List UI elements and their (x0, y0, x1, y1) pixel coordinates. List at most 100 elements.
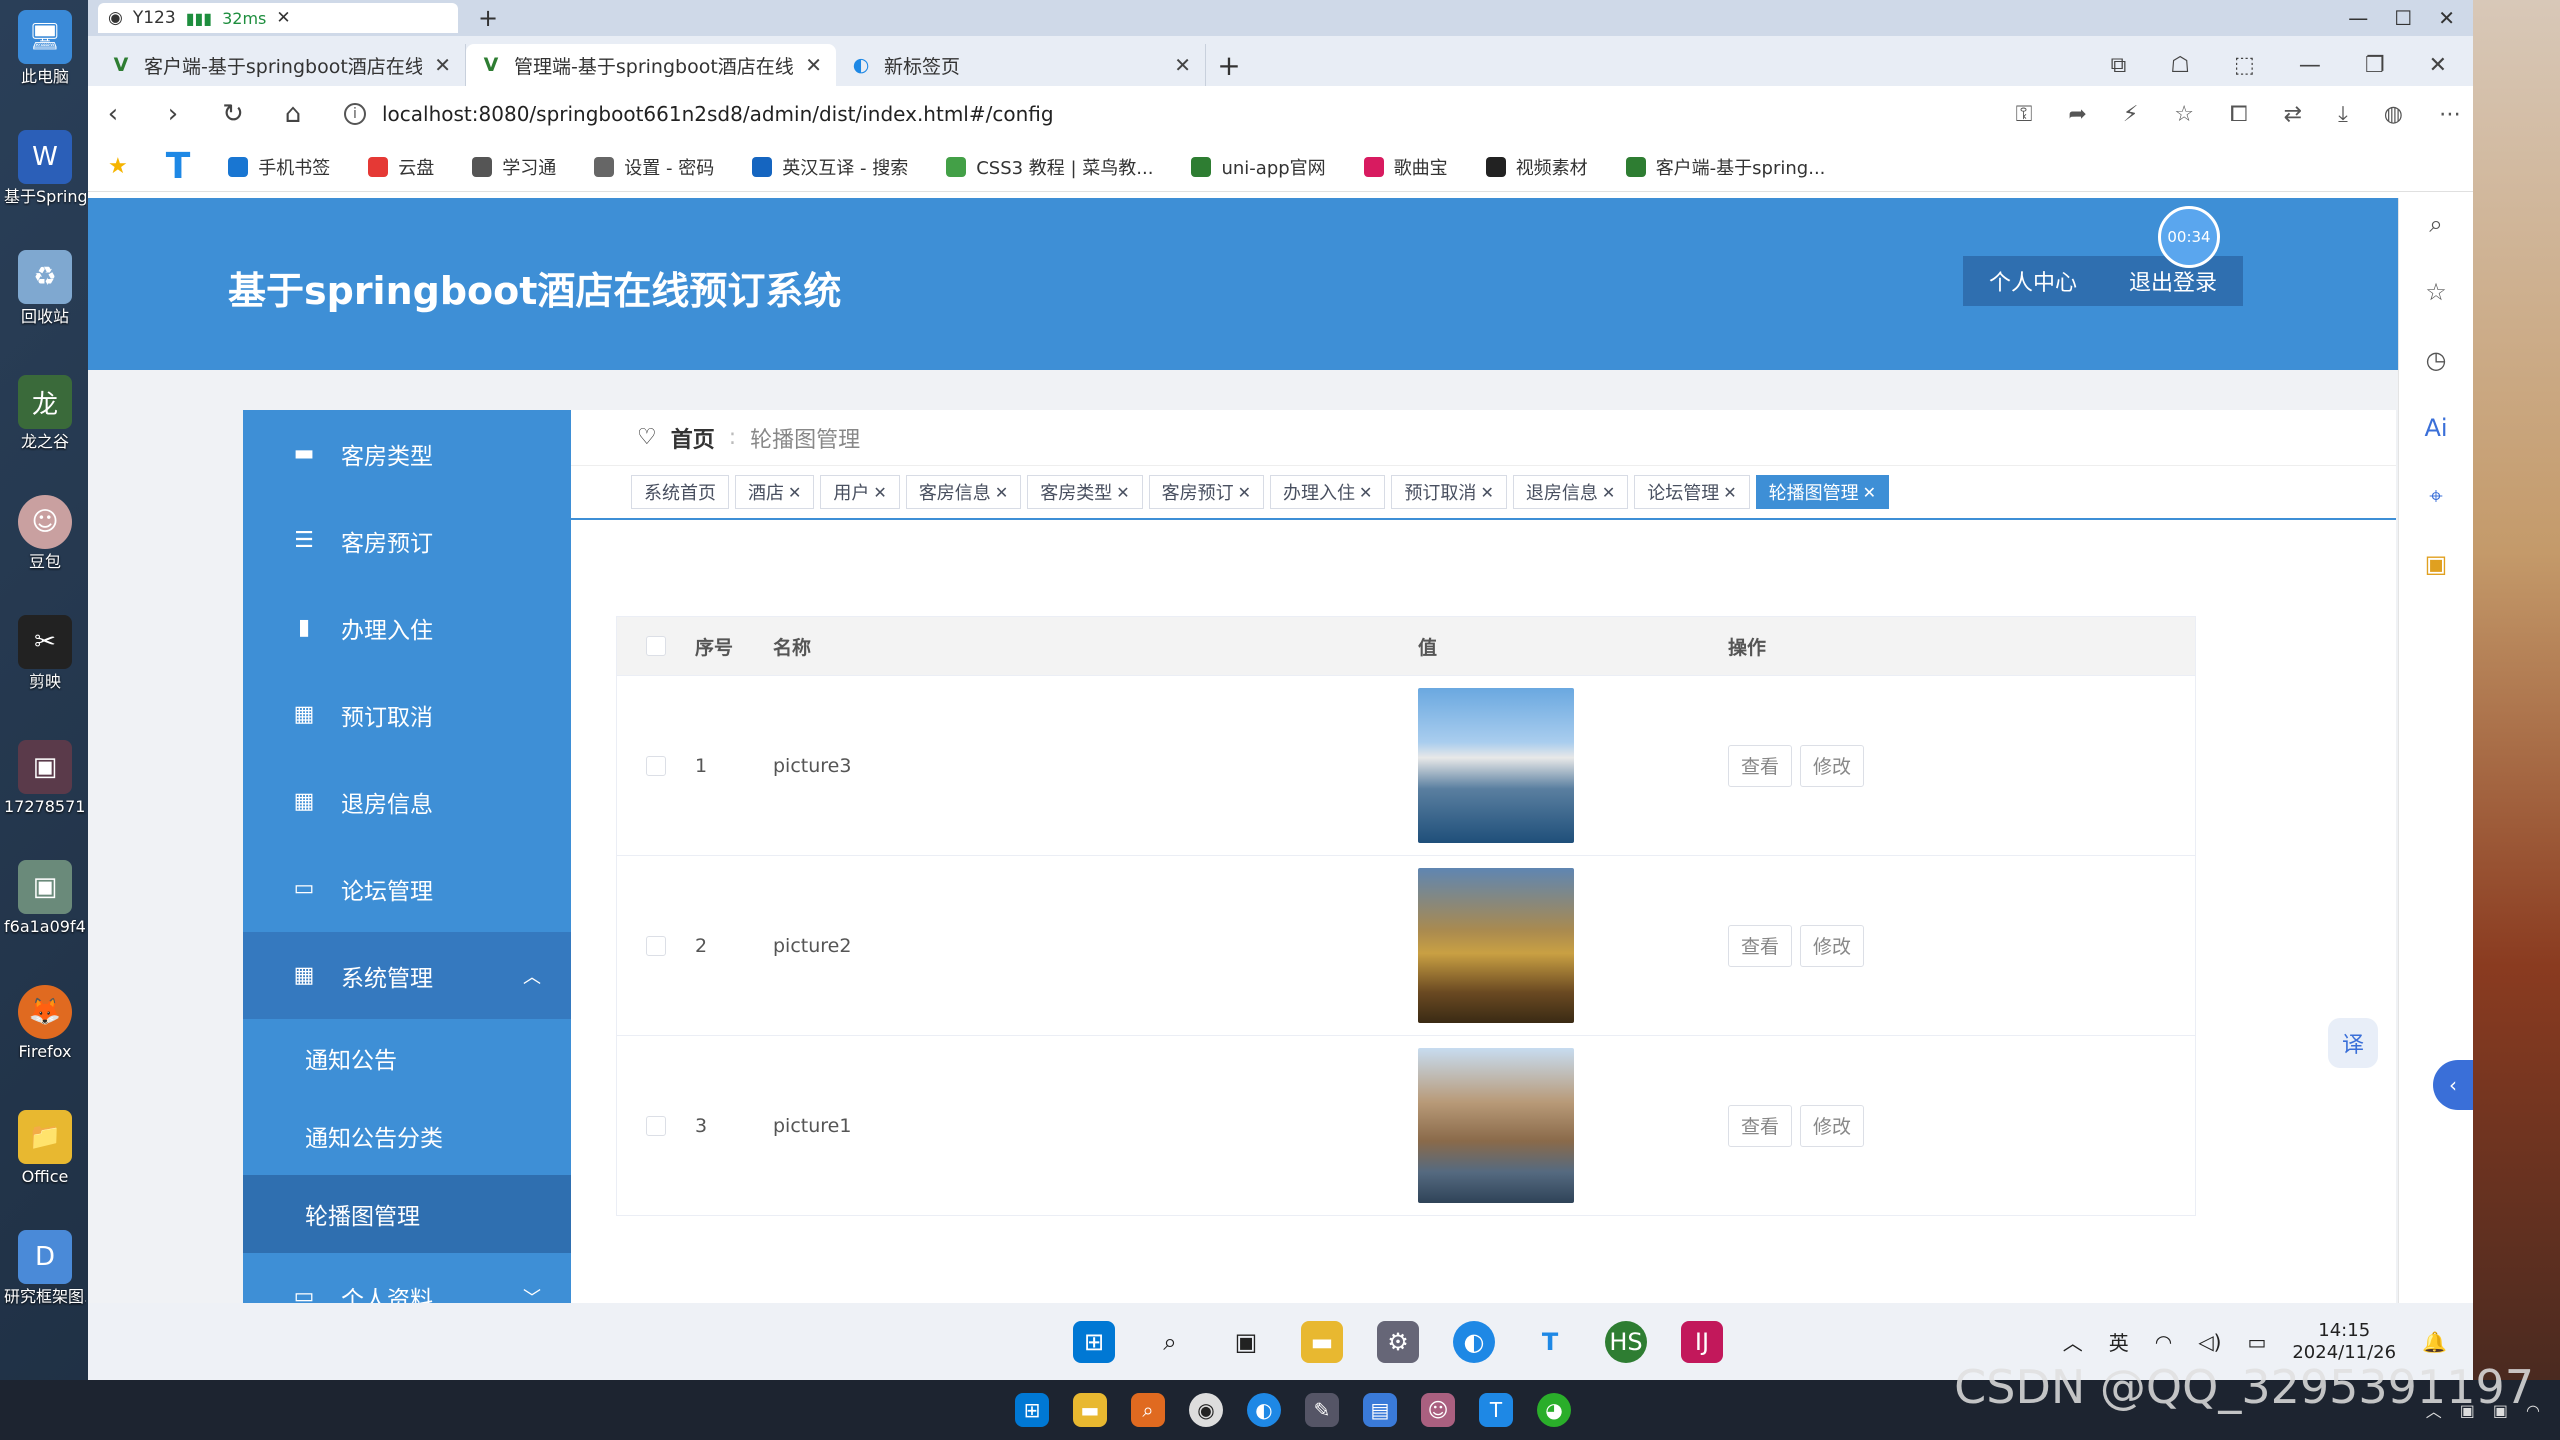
desktop-icon-office[interactable]: 📁 Office (4, 1110, 86, 1186)
back-icon[interactable]: ‹ (100, 99, 126, 129)
edit-button[interactable]: 修改 (1800, 1104, 1865, 1147)
ai-icon[interactable]: Ai (2424, 414, 2447, 442)
profile-icon[interactable]: ◍ (2384, 102, 2403, 127)
close-icon[interactable]: ✕ (1863, 483, 1876, 502)
bookmark-item[interactable]: 英汉互译 - 搜索 (752, 154, 908, 180)
sidebar-sub-carousel[interactable]: 轮播图管理 (243, 1175, 571, 1253)
ime-indicator[interactable]: 英 (2109, 1327, 2129, 1356)
sidebar-sub-notice[interactable]: 通知公告 (243, 1019, 571, 1097)
windows-start-icon[interactable]: ⊞ (1073, 1320, 1115, 1363)
tag-hotel[interactable]: 酒店 ✕ (735, 475, 815, 509)
desktop-icon-jianying[interactable]: ✂ 剪映 (4, 615, 86, 691)
star-icon[interactable]: ☆ (2425, 278, 2447, 306)
bookmark-item[interactable]: 云盘 (368, 154, 434, 180)
close-icon[interactable]: ✕ (1116, 483, 1129, 502)
intellij-icon[interactable]: IJ (1681, 1320, 1723, 1363)
windows-start-icon[interactable]: ⊞ (1015, 1393, 1049, 1427)
app-logo-icon[interactable]: T (1479, 1393, 1513, 1427)
tag-checkout[interactable]: 退房信息 ✕ (1512, 475, 1629, 509)
desktop-icon-eddx[interactable]: D研究框架图.eddx (4, 1230, 86, 1306)
chevron-up-icon[interactable]: ︿ (2063, 1327, 2083, 1356)
close-window-icon[interactable]: ✕ (2438, 6, 2455, 30)
new-window-icon[interactable]: + (478, 4, 498, 32)
desktop-icon-game[interactable]: 龙龙之谷 (4, 375, 86, 451)
tag-user[interactable]: 用户 ✕ (820, 475, 900, 509)
sidebar-item-forum[interactable]: ▭ 论坛管理 (243, 845, 571, 932)
breadcrumb-home[interactable]: 首页 (671, 422, 715, 454)
chrome-icon[interactable]: ◉ (1189, 1393, 1223, 1427)
view-button[interactable]: 查看 (1728, 1104, 1793, 1147)
app-logo-icon[interactable]: T (1529, 1321, 1571, 1363)
close-icon[interactable]: ✕ (1480, 483, 1493, 502)
minimize-icon[interactable]: — (2299, 53, 2321, 78)
sidebar-item-room-booking[interactable]: ☰ 客房预订 (243, 497, 571, 584)
timer-badge[interactable]: 00:34 (2158, 206, 2220, 268)
bookmark-item[interactable]: 歌曲宝 (1363, 154, 1448, 180)
tab-client[interactable]: V 客户端-基于springboot酒店在线 ✕ (96, 44, 466, 86)
volume-icon[interactable]: ◁) (2198, 1330, 2221, 1354)
desktop-icon-firefox[interactable]: 🦊 Firefox (4, 985, 86, 1061)
pen-icon[interactable]: ✎ (1305, 1393, 1339, 1427)
bookmark-item[interactable]: 手机书签 (228, 154, 330, 180)
bookmark-item[interactable]: 学习通 (472, 154, 556, 180)
desktop-icon-photo1[interactable]: ▣17278571... (4, 740, 86, 816)
bookmark-item[interactable]: uni-app官网 (1191, 154, 1326, 180)
tag-carousel[interactable]: 轮播图管理 ✕ (1755, 475, 1890, 509)
tag-room-type[interactable]: 客房类型 ✕ (1027, 475, 1143, 509)
tab-close-icon[interactable]: ✕ (1174, 53, 1191, 77)
sidebar-sub-notice-category[interactable]: 通知公告分类 (243, 1097, 571, 1175)
avatar-icon[interactable]: ☺ (1421, 1393, 1455, 1427)
close-icon[interactable]: ✕ (2429, 53, 2447, 78)
bookmark-item[interactable]: 设置 - 密码 (594, 154, 714, 180)
notepad-icon[interactable]: ▤ (1363, 1393, 1397, 1427)
task-view-icon[interactable]: ▣ (1225, 1321, 1267, 1363)
battery-icon[interactable]: ▭ (2247, 1330, 2266, 1354)
sidebar-item-cancel[interactable]: ▦ 预订取消 (243, 671, 571, 758)
extensions-icon[interactable]: ⬚ (2234, 53, 2255, 78)
close-icon[interactable]: ✕ (995, 483, 1008, 502)
key-icon[interactable]: ⚿ (2016, 102, 2033, 127)
tag-room-info[interactable]: 客房信息 ✕ (905, 475, 1022, 509)
maximize-icon[interactable]: ☐ (2394, 6, 2412, 30)
wechat-icon[interactable]: ◕ (1537, 1393, 1571, 1427)
tag-home[interactable]: 系统首页 (631, 475, 729, 509)
bookmark-item[interactable]: 视频素材 (1485, 154, 1588, 180)
briefcase-icon[interactable]: ▣ (2425, 550, 2448, 578)
search-icon[interactable]: ⌕ (1149, 1321, 1191, 1363)
desktop-icon-computer[interactable]: 🖥 此电脑 (4, 10, 86, 86)
close-icon[interactable]: ✕ (1359, 483, 1372, 502)
row-checkbox[interactable] (646, 1115, 666, 1136)
close-icon[interactable]: ✕ (788, 483, 801, 502)
sync-icon[interactable]: ⇄ (2284, 102, 2302, 127)
view-button[interactable]: 查看 (1728, 744, 1793, 787)
bookmark-item[interactable]: CSS3 教程 | 菜鸟教... (946, 154, 1153, 180)
star-icon[interactable]: ☆ (2174, 102, 2194, 127)
tab-close-icon[interactable]: ✕ (805, 53, 822, 77)
sidebar-item-checkin[interactable]: ▮ 办理入住 (243, 584, 571, 671)
more-icon[interactable]: ⋯ (2439, 102, 2461, 127)
view-button[interactable]: 查看 (1728, 924, 1793, 967)
tab-close-icon[interactable]: ✕ (434, 53, 451, 77)
tab-newtab[interactable]: ◐ 新标签页 ✕ (836, 44, 1206, 86)
close-icon[interactable]: ✕ (873, 483, 886, 502)
row-checkbox[interactable] (646, 935, 666, 956)
tag-forum[interactable]: 论坛管理 ✕ (1634, 475, 1750, 509)
profile-center-button[interactable]: 个人中心 (1989, 265, 2077, 297)
minimize-icon[interactable]: — (2348, 6, 2368, 30)
desktop-icon-photo2[interactable]: ▣f6a1a09f4f... (4, 860, 86, 936)
close-icon[interactable]: ✕ (276, 8, 290, 28)
sidebar-item-checkout[interactable]: ▦ 退房信息 (243, 758, 571, 845)
row-checkbox[interactable] (646, 755, 666, 776)
edit-button[interactable]: 修改 (1800, 744, 1865, 787)
tab-actions-icon[interactable]: ⧉ (2111, 53, 2127, 78)
app-logo-icon[interactable]: T (166, 146, 191, 187)
translate-button[interactable]: 译 (2328, 1018, 2378, 1068)
tag-checkin[interactable]: 办理入住 ✕ (1270, 475, 1386, 509)
info-icon[interactable]: i (344, 103, 366, 125)
bookmark-item[interactable]: 客户端-基于spring... (1625, 154, 1825, 180)
edge-icon[interactable]: ◐ (1247, 1393, 1281, 1427)
reload-icon[interactable]: ↻ (220, 99, 246, 129)
close-icon[interactable]: ✕ (1602, 483, 1615, 502)
search-icon[interactable]: ⌕ (2429, 210, 2442, 238)
share-icon[interactable]: ➦ (2068, 102, 2086, 127)
